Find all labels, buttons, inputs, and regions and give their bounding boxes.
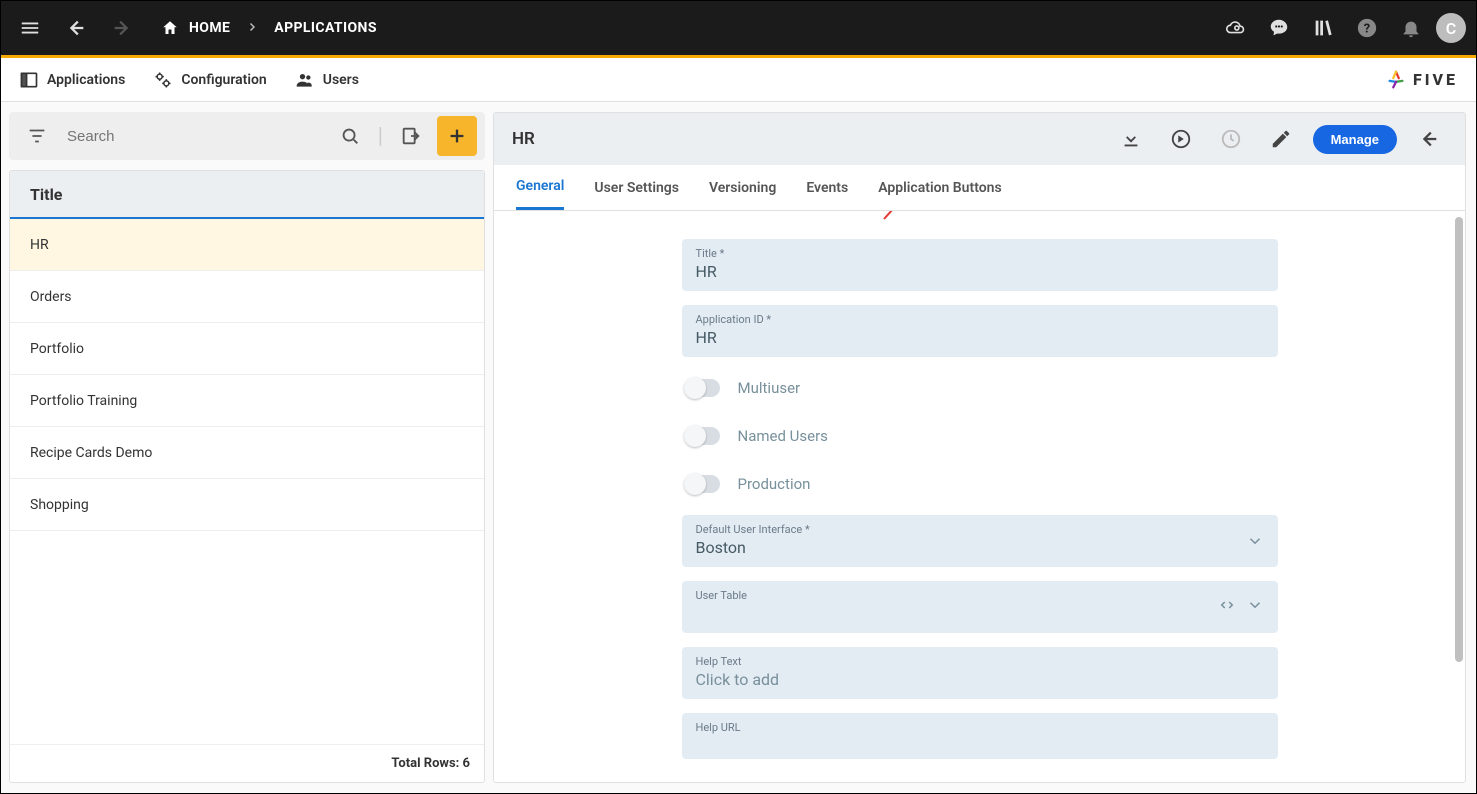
top-left-controls: HOME APPLICATIONS [11, 9, 377, 47]
brand-text: FIVE [1413, 70, 1458, 89]
nav-configuration-label: Configuration [181, 72, 266, 88]
back-icon[interactable] [57, 9, 95, 47]
list-row[interactable]: Shopping [10, 479, 484, 531]
download-icon[interactable] [1113, 121, 1149, 157]
search-bar: | [9, 112, 485, 160]
deploy-icon[interactable] [1163, 121, 1199, 157]
help-icon[interactable]: ? [1348, 9, 1386, 47]
field-help-text[interactable]: Help Text Click to add [682, 647, 1278, 699]
home-icon[interactable] [161, 19, 179, 37]
toggle-production[interactable] [684, 475, 720, 493]
detail-tabs: General User Settings Versioning Events Appl… [494, 165, 1465, 211]
module-nav: Applications Configuration Users FIVE [1, 58, 1476, 102]
back-arrow-icon[interactable] [1411, 121, 1447, 157]
annotation-arrow [880, 211, 910, 223]
edit-icon[interactable] [1263, 121, 1299, 157]
nav-applications-label: Applications [47, 72, 125, 88]
field-title-label: Title * [696, 247, 1264, 260]
field-help-url[interactable]: Help URL [682, 713, 1278, 759]
field-appid[interactable]: Application ID * HR [682, 305, 1278, 357]
toggle-multiuser[interactable] [684, 379, 720, 397]
top-header: HOME APPLICATIONS ? C [1, 1, 1476, 55]
field-title[interactable]: Title * HR [682, 239, 1278, 291]
field-user-table[interactable]: User Table [682, 581, 1278, 633]
toggle-multiuser-row: Multiuser [682, 371, 1278, 405]
field-user-table-label: User Table [696, 589, 1264, 602]
tab-user-settings[interactable]: User Settings [594, 165, 679, 210]
list-row[interactable]: Portfolio Training [10, 375, 484, 427]
user-table-actions [1218, 596, 1264, 618]
search-input[interactable] [63, 128, 324, 145]
top-right-controls: ? C [1216, 9, 1466, 47]
tab-general[interactable]: General [516, 165, 564, 210]
nav-users[interactable]: Users [295, 70, 359, 90]
main-area: | Title HROrdersPortfolioPortfolio Train… [1, 102, 1476, 793]
nav-users-label: Users [323, 72, 359, 88]
field-appid-label: Application ID * [696, 313, 1264, 326]
tab-events[interactable]: Events [806, 165, 848, 210]
tab-versioning[interactable]: Versioning [709, 165, 776, 210]
menu-icon[interactable] [11, 9, 49, 47]
brand-logo-icon [1385, 69, 1407, 91]
chevron-down-icon[interactable] [1246, 596, 1264, 618]
field-default-ui-label: Default User Interface * [696, 523, 1264, 536]
field-default-ui[interactable]: Default User Interface * Boston [682, 515, 1278, 567]
field-default-ui-value: Boston [696, 538, 1264, 557]
detail-actions: Manage [1113, 121, 1447, 157]
chevron-right-icon [246, 21, 258, 36]
field-help-url-label: Help URL [696, 721, 1264, 734]
toggle-named-users-row: Named Users [682, 419, 1278, 453]
toggle-multiuser-label: Multiuser [738, 379, 801, 397]
forward-icon [103, 9, 141, 47]
cloud-icon[interactable] [1216, 9, 1254, 47]
scrollbar[interactable] [1453, 211, 1463, 782]
svg-text:?: ? [1364, 22, 1370, 37]
detail-header: HR Manage [494, 113, 1465, 165]
avatar[interactable]: C [1436, 13, 1466, 43]
add-button[interactable] [437, 116, 477, 156]
list-row[interactable]: HR [10, 219, 484, 271]
toggle-production-row: Production [682, 467, 1278, 501]
list-panel: Title HROrdersPortfolioPortfolio Trainin… [9, 170, 485, 783]
field-help-text-label: Help Text [696, 655, 1264, 668]
field-help-text-value: Click to add [696, 670, 1264, 689]
form-inner: Title * HR Application ID * HR Multiuser… [682, 239, 1278, 759]
import-icon[interactable] [391, 116, 431, 156]
chevron-down-icon[interactable] [1246, 532, 1264, 550]
breadcrumb-home[interactable]: HOME [189, 20, 230, 36]
list-row[interactable]: Portfolio [10, 323, 484, 375]
field-appid-value: HR [696, 328, 1264, 347]
tab-application-buttons[interactable]: Application Buttons [878, 165, 1001, 210]
list-body: HROrdersPortfolioPortfolio TrainingRecip… [10, 219, 484, 744]
search-icon[interactable] [330, 116, 370, 156]
list-row[interactable]: Orders [10, 271, 484, 323]
toggle-production-label: Production [738, 475, 811, 493]
list-footer: Total Rows: 6 [10, 744, 484, 782]
list-header[interactable]: Title [10, 171, 484, 219]
breadcrumb: HOME APPLICATIONS [161, 19, 377, 37]
field-title-value: HR [696, 262, 1264, 281]
separator: | [378, 124, 383, 149]
chat-icon[interactable] [1260, 9, 1298, 47]
manage-button[interactable]: Manage [1313, 125, 1397, 154]
right-pane: HR Manage [493, 112, 1466, 783]
nav-configuration[interactable]: Configuration [153, 70, 266, 90]
toggle-named-users[interactable] [684, 427, 720, 445]
detail-title: HR [512, 129, 535, 149]
filter-icon[interactable] [17, 116, 57, 156]
left-pane: | Title HROrdersPortfolioPortfolio Train… [1, 102, 493, 793]
breadcrumb-current: APPLICATIONS [274, 20, 377, 36]
library-icon[interactable] [1304, 9, 1342, 47]
form-area: Title * HR Application ID * HR Multiuser… [494, 211, 1465, 782]
list-row[interactable]: Recipe Cards Demo [10, 427, 484, 479]
code-icon[interactable] [1218, 596, 1236, 618]
history-icon[interactable] [1213, 121, 1249, 157]
bell-icon[interactable] [1392, 9, 1430, 47]
toggle-named-users-label: Named Users [738, 427, 828, 445]
nav-applications[interactable]: Applications [19, 70, 125, 90]
brand: FIVE [1385, 69, 1458, 91]
